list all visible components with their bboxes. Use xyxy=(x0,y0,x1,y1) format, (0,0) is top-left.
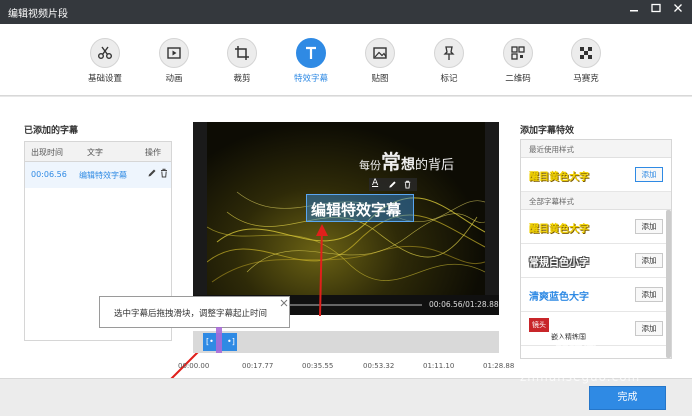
trash-icon[interactable] xyxy=(403,180,412,192)
tool-label: 裁剪 xyxy=(233,74,251,84)
style-name: 清爽蓝色大字 xyxy=(529,292,589,303)
column-header: 出现时间 xyxy=(31,148,63,157)
maximize-icon[interactable] xyxy=(648,3,664,19)
video-overlay-text: 每份常想的背后 xyxy=(359,150,455,174)
style-row[interactable]: 清爽蓝色大字 添加 xyxy=(521,278,671,312)
clip-start-handle[interactable]: [• xyxy=(206,337,214,346)
tool-animation[interactable]: 动画 xyxy=(144,38,204,84)
pencil-icon[interactable] xyxy=(388,180,397,192)
close-icon[interactable] xyxy=(670,3,686,19)
timeline-ruler: 00:00.00 00:17.77 00:35.55 00:53.32 01:1… xyxy=(176,362,516,374)
watermark-logo: 品指南 xyxy=(555,338,597,354)
clip-end-handle[interactable]: •] xyxy=(227,337,235,346)
tool-crop[interactable]: 裁剪 xyxy=(212,38,272,84)
style-row[interactable]: 醒目黄色大字 添加 xyxy=(521,210,671,244)
tool-sticker[interactable]: 贴图 xyxy=(350,38,410,84)
style-panel-title: 添加字幕特效 xyxy=(520,126,575,136)
title-bar: 编辑视频片段 xyxy=(0,0,692,24)
column-header: 文字 xyxy=(87,148,103,157)
font-icon[interactable]: A xyxy=(372,178,378,188)
tick-label: 00:35.55 xyxy=(302,362,334,370)
subtitle-toolbar: A xyxy=(369,178,417,191)
crop-icon xyxy=(227,38,257,68)
subtitle-time: 00:06.56 xyxy=(31,170,67,179)
subtitle-text: 编辑特效字幕 xyxy=(79,171,127,180)
add-button[interactable]: 添加 xyxy=(635,253,663,268)
tick-label: 01:28.88 xyxy=(483,362,515,370)
close-icon[interactable] xyxy=(280,299,288,307)
subtitle-box[interactable]: 编辑特效字幕 xyxy=(306,194,414,222)
tick-label: 00:17.77 xyxy=(242,362,274,370)
style-row[interactable]: 醒目黄色大字 添加 xyxy=(521,158,671,192)
hint-text: 选中字幕后拖拽滑块，调整字幕起止时间 xyxy=(114,309,268,319)
tick-label: 01:11.10 xyxy=(423,362,455,370)
tool-basic-settings[interactable]: 基础设置 xyxy=(75,38,135,84)
style-name: 醒目黄色大字 xyxy=(529,224,589,235)
add-button[interactable]: 添加 xyxy=(635,287,663,302)
mosaic-icon xyxy=(571,38,601,68)
style-name: 醒目黄色大字 xyxy=(529,172,589,183)
image-icon xyxy=(365,38,395,68)
text-icon xyxy=(296,38,326,68)
tool-label: 基础设置 xyxy=(87,74,122,84)
timeline-track[interactable]: [• •] xyxy=(193,327,499,353)
tool-label: 马赛克 xyxy=(573,74,599,84)
style-list-scrollbar[interactable] xyxy=(666,210,671,358)
hint-tooltip: 选中字幕后拖拽滑块，调整字幕起止时间 xyxy=(99,296,290,328)
add-button[interactable]: 添加 xyxy=(635,167,663,182)
table-row[interactable]: 00:06.56 编辑特效字幕 xyxy=(25,162,171,188)
minimize-icon[interactable] xyxy=(626,3,642,19)
style-badge: 镜头 xyxy=(529,318,549,332)
tool-mark[interactable]: 标记 xyxy=(419,38,479,84)
pencil-icon[interactable] xyxy=(147,168,157,180)
all-group-header: 全部字幕样式 xyxy=(521,192,671,210)
trash-icon[interactable] xyxy=(159,168,169,180)
tool-label: 动画 xyxy=(165,74,183,84)
tool-label: 特效字幕 xyxy=(293,74,328,84)
added-subtitles-title: 已添加的字幕 xyxy=(24,126,79,136)
tool-bar: 基础设置 动画 裁剪 特效字幕 贴图 标记 二维码 马赛克 xyxy=(0,24,692,96)
add-button[interactable]: 添加 xyxy=(635,219,663,234)
style-list: 最近使用样式 醒目黄色大字 添加 全部字幕样式 醒目黄色大字 添加 常規白色小字… xyxy=(520,139,672,359)
add-button[interactable]: 添加 xyxy=(635,321,663,336)
window-title: 编辑视频片段 xyxy=(8,9,68,20)
table-header: 出现时间 文字 操作 xyxy=(25,142,171,162)
column-header: 操作 xyxy=(145,148,161,157)
tool-label: 标记 xyxy=(440,74,458,84)
tool-text-effects[interactable]: 特效字幕 xyxy=(281,38,341,84)
recent-group-header: 最近使用样式 xyxy=(521,140,671,158)
playback-time: 00:06.56/01:28.88 xyxy=(429,300,499,309)
scissors-icon xyxy=(90,38,120,68)
tick-label: 00:53.32 xyxy=(363,362,395,370)
tool-label: 贴图 xyxy=(371,74,389,84)
tool-qrcode[interactable]: 二维码 xyxy=(488,38,548,84)
tool-label: 二维码 xyxy=(505,74,531,84)
tool-mosaic[interactable]: 马赛克 xyxy=(556,38,616,84)
watermark-text: zhinanseguo.com xyxy=(520,370,641,384)
tick-label: 00:00.00 xyxy=(178,362,210,370)
video-frame[interactable]: 每份常想的背后 A 编辑特效字幕 xyxy=(207,122,485,295)
done-button[interactable]: 完成 xyxy=(589,386,666,410)
pin-icon xyxy=(434,38,464,68)
animation-icon xyxy=(159,38,189,68)
style-name: 常規白色小字 xyxy=(529,258,589,269)
style-row[interactable]: 常規白色小字 添加 xyxy=(521,244,671,278)
qrcode-icon xyxy=(503,38,533,68)
playhead[interactable] xyxy=(216,327,222,353)
subtitle-box-text: 编辑特效字幕 xyxy=(311,201,402,219)
video-preview: 每份常想的背后 A 编辑特效字幕 00:06.56/01:28.88 xyxy=(193,122,499,315)
